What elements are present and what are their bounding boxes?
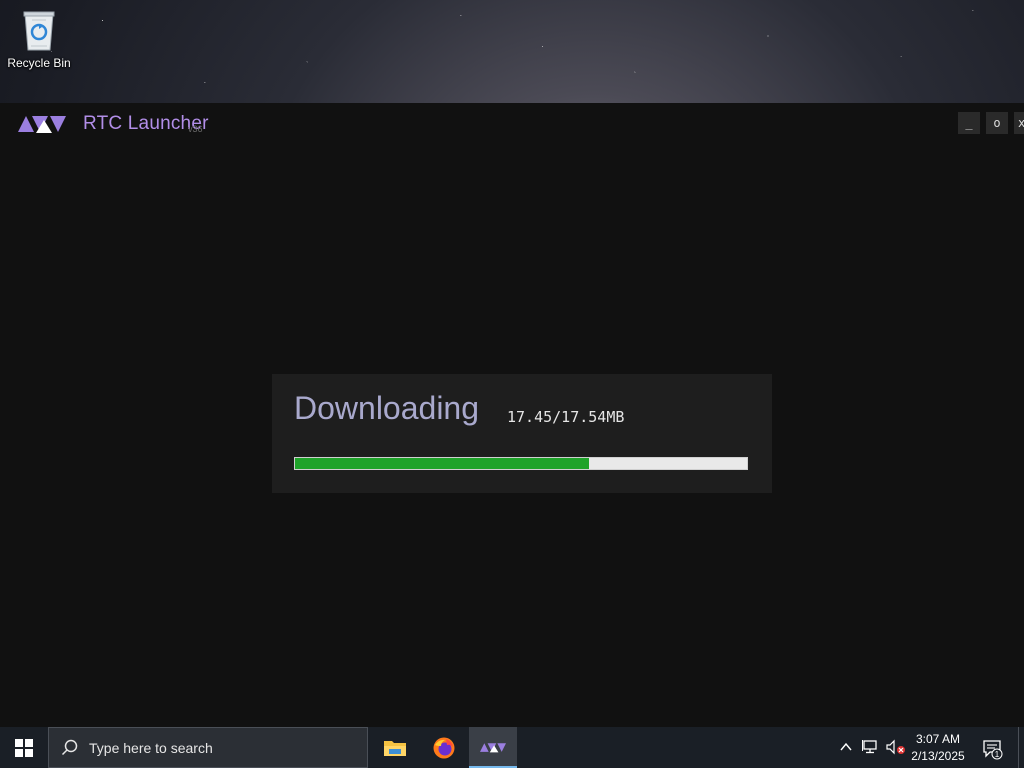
taskbar-file-explorer[interactable] <box>371 727 419 768</box>
taskbar-search-box[interactable]: Type here to search <box>48 727 368 768</box>
clock-date: 2/13/2025 <box>911 749 965 763</box>
network-icon[interactable] <box>862 739 880 755</box>
taskbar: Type here to search 3:07 AM 2/13/2025 1 <box>0 727 1024 768</box>
taskbar-clock[interactable]: 3:07 AM 2/13/2025 <box>906 731 970 765</box>
close-button[interactable]: x <box>1014 112 1024 134</box>
windows-logo-icon <box>15 738 33 757</box>
taskbar-rtc-launcher[interactable] <box>469 727 517 768</box>
download-progress-bar <box>294 457 748 470</box>
app-version: v36 <box>188 124 203 134</box>
rtc-launcher-icon <box>480 742 506 752</box>
desktop: Recycle Bin RTC Launcher v36 _ o x Downl… <box>0 0 1024 768</box>
download-status: Downloading <box>294 390 480 426</box>
download-size: 17.45/17.54MB <box>507 408 625 426</box>
show-desktop-button[interactable] <box>1018 727 1019 768</box>
recycle-bin-label: Recycle Bin <box>7 56 71 70</box>
minimize-button[interactable]: _ <box>958 112 980 134</box>
firefox-icon <box>433 737 455 758</box>
taskbar-firefox[interactable] <box>420 727 468 768</box>
notification-count: 1 <box>995 750 1000 759</box>
wallpaper <box>0 0 1024 103</box>
rtc-launcher-logo-icon <box>18 116 66 133</box>
clock-time: 3:07 AM <box>915 732 961 746</box>
recycle-bin-icon <box>19 6 59 52</box>
notification-center-icon[interactable]: 1 <box>982 738 1004 760</box>
window-titlebar[interactable]: RTC Launcher v36 _ o x <box>0 103 1024 143</box>
maximize-button[interactable]: o <box>986 112 1008 134</box>
search-icon <box>61 739 78 756</box>
start-button[interactable] <box>0 727 48 768</box>
chevron-up-icon[interactable] <box>838 739 854 755</box>
search-placeholder: Type here to search <box>89 740 213 756</box>
volume-muted-icon[interactable] <box>886 739 906 755</box>
recycle-bin-shortcut[interactable]: Recycle Bin <box>4 6 74 70</box>
rtc-launcher-window: RTC Launcher v36 _ o x Downloading 17.45… <box>0 103 1024 727</box>
folder-icon <box>384 740 406 756</box>
download-progress-fill <box>295 458 589 469</box>
download-panel: Downloading 17.45/17.54MB <box>272 374 772 493</box>
